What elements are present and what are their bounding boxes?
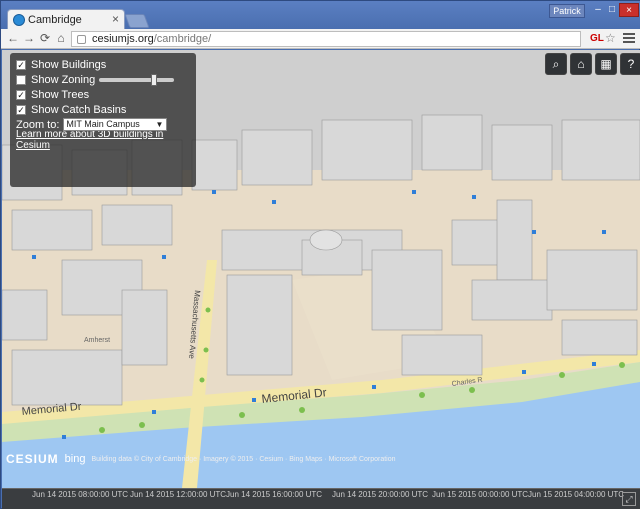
user-profile-button[interactable]: Patrick [549, 4, 585, 18]
tab-title: Cambridge [28, 14, 82, 26]
tab-cambridge[interactable]: Cambridge × [7, 9, 125, 30]
zoning-opacity-slider[interactable] [99, 73, 175, 86]
timeline-label: Jun 14 2015 16:00:00 UTC [226, 490, 323, 499]
search-icon[interactable]: ⌕ [545, 53, 567, 75]
forward-arrow-icon[interactable]: → [21, 31, 37, 45]
cesium-3d-viewer[interactable]: Memorial Dr Memorial Dr Massachusetts Av… [2, 50, 640, 488]
webgl-badge[interactable]: GL [590, 33, 604, 44]
timeline-label: Jun 15 2015 04:00:00 UTC [528, 490, 625, 499]
browser-toolbar: ← → ⟳ ⌂ cesiumjs.org/cambridge/ GL ☆ [1, 29, 640, 49]
credits-bar: CESIUM bing Building data © City of Camb… [6, 450, 396, 468]
base-layer-picker-icon[interactable]: ▦ [595, 53, 617, 75]
maximize-icon[interactable]: □ [605, 3, 619, 17]
show-trees-label: Show Trees [31, 88, 90, 101]
timeline-label: Jun 14 2015 12:00:00 UTC [130, 490, 227, 499]
cesium-logo[interactable]: CESIUM [6, 452, 59, 466]
checkbox-checked-icon[interactable]: ✓ [16, 89, 26, 100]
page-icon [77, 35, 86, 44]
timeline-label: Jun 14 2015 20:00:00 UTC [332, 490, 429, 499]
show-trees-row[interactable]: ✓ Show Trees [16, 87, 190, 102]
address-bar[interactable]: cesiumjs.org/cambridge/ [71, 31, 581, 47]
fullscreen-icon[interactable]: ⤢ [622, 492, 636, 506]
slider-knob[interactable] [151, 73, 158, 86]
street-label-amherst: Amherst [84, 337, 110, 344]
url-path: /cambridge/ [153, 33, 212, 45]
menu-icon[interactable] [623, 33, 635, 43]
bing-logo[interactable]: bing [65, 453, 86, 465]
show-catch-basins-row[interactable]: ✓ Show Catch Basins [16, 102, 190, 117]
back-arrow-icon[interactable]: ← [5, 31, 21, 45]
title-bar: Cambridge × Patrick – □ × [1, 1, 640, 30]
url-host: cesiumjs.org [92, 33, 154, 45]
checkbox-unchecked-icon[interactable] [16, 74, 26, 85]
timeline-label: Jun 14 2015 08:00:00 UTC [32, 490, 129, 499]
credits-text: Building data © City of Cambridge · Imag… [91, 455, 396, 463]
cesium-favicon-icon [13, 14, 25, 26]
layers-toolbar: ✓ Show Buildings Show Zoning ✓ Show Trees … [10, 53, 196, 187]
show-buildings-row[interactable]: ✓ Show Buildings [16, 57, 190, 72]
minimize-icon[interactable]: – [591, 3, 605, 17]
show-zoning-row[interactable]: Show Zoning [16, 72, 190, 87]
viewer-toolbar: ⌕ ⌂ ▦ ? [542, 53, 640, 75]
new-tab-button[interactable] [124, 14, 150, 28]
help-icon[interactable]: ? [620, 53, 640, 75]
show-catch-basins-label: Show Catch Basins [31, 103, 127, 116]
learn-more-link[interactable]: Learn more about 3D buildings in Cesium [16, 129, 190, 151]
show-zoning-label: Show Zoning [31, 73, 96, 86]
close-window-icon[interactable]: × [619, 3, 639, 17]
close-tab-icon[interactable]: × [112, 12, 119, 26]
checkbox-checked-icon[interactable]: ✓ [16, 104, 26, 115]
zoom-to-select[interactable]: MIT Main Campus ▼ [63, 118, 168, 131]
browser-window: Cambridge × Patrick – □ × ← → ⟳ ⌂ cesium… [0, 0, 640, 509]
bookmark-star-icon[interactable]: ☆ [605, 31, 616, 45]
learn-more-row: Learn more about 3D buildings in Cesium [16, 129, 190, 151]
checkbox-checked-icon[interactable]: ✓ [16, 59, 26, 70]
zoom-to-value: MIT Main Campus [66, 119, 140, 129]
reload-icon[interactable]: ⟳ [37, 31, 53, 45]
chevron-down-icon: ▼ [155, 120, 164, 129]
home-view-icon[interactable]: ⌂ [570, 53, 592, 75]
timeline-label: Jun 15 2015 00:00:00 UTC [432, 490, 529, 499]
show-buildings-label: Show Buildings [31, 58, 107, 71]
home-icon[interactable]: ⌂ [53, 31, 69, 45]
timeline[interactable]: Jun 14 2015 08:00:00 UTC Jun 14 2015 12:… [2, 488, 640, 509]
